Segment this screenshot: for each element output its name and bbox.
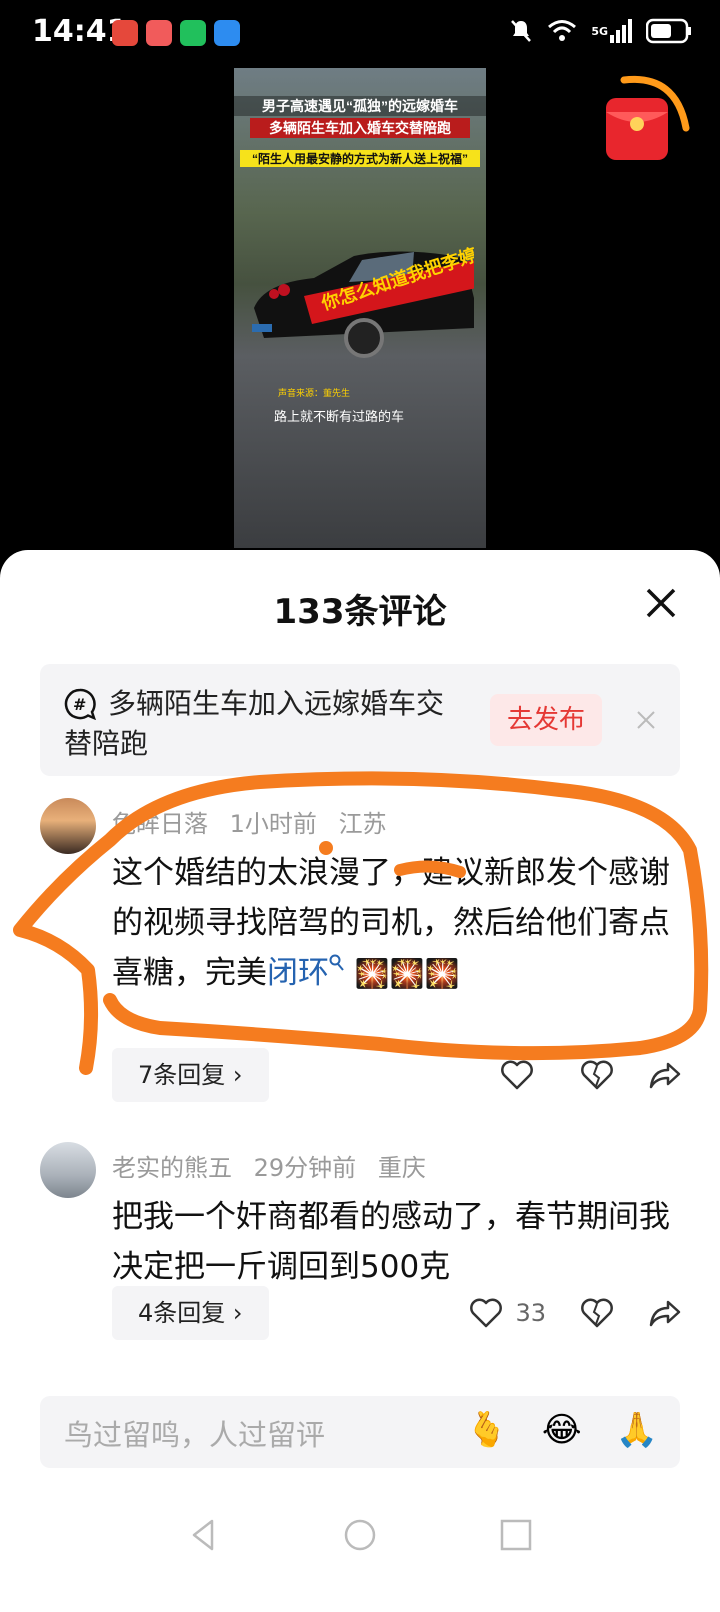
- video-caption-1: 男子高速遇见“孤独”的远嫁婚车: [234, 96, 486, 116]
- comment-meta: 老实的熊五 29分钟前 重庆: [112, 1148, 440, 1183]
- comment-location: 江苏: [338, 810, 387, 838]
- comment-input-bar[interactable]: 鸟过留鸣，人过留评 🫰 😂 🙏: [40, 1396, 680, 1468]
- notification-icons: [112, 20, 240, 46]
- missed-call-icon: [112, 20, 138, 46]
- back-icon[interactable]: [186, 1517, 222, 1553]
- share-button[interactable]: [648, 1296, 682, 1330]
- battery-icon: [646, 18, 692, 44]
- comment-actions: 33: [435, 1296, 682, 1330]
- comment-meta: 兔眸日落 1小时前 江苏: [112, 804, 401, 839]
- comment-text[interactable]: 把我一个奸商都看的感动了，春节期间我决定把一斤调回到500克: [112, 1192, 672, 1292]
- dislike-button[interactable]: [580, 1058, 614, 1092]
- publish-button[interactable]: 去发布: [490, 694, 602, 746]
- wedding-car-image: 你怎么知道我把李婷: [252, 244, 474, 358]
- avatar[interactable]: [40, 1142, 96, 1198]
- broken-heart-icon: [581, 1298, 613, 1328]
- praying-hands-emoji-button[interactable]: 🙏: [616, 1410, 658, 1450]
- search-link[interactable]: 闭环: [267, 955, 329, 991]
- finger-heart-emoji-button[interactable]: 🫰: [466, 1410, 508, 1450]
- wechat-icon: [180, 20, 206, 46]
- comments-title: 133条评论: [273, 592, 447, 632]
- like-button[interactable]: 33: [469, 1296, 546, 1330]
- broken-heart-icon: [581, 1060, 613, 1090]
- video-caption-2: 多辆陌生车加入婚车交替陪跑: [250, 118, 470, 138]
- view-replies-button[interactable]: 4条回复 ›: [112, 1286, 269, 1340]
- topic-text: 多辆陌生车加入远嫁婚车交替陪跑: [64, 687, 445, 760]
- heart-icon: [470, 1298, 503, 1328]
- close-icon[interactable]: [644, 586, 678, 620]
- quick-emoji-bar: 🫰 😂 🙏: [466, 1410, 658, 1450]
- video-player[interactable]: 男子高速遇见“孤独”的远嫁婚车 多辆陌生车加入婚车交替陪跑 “陌生人用最安静的方…: [234, 68, 486, 548]
- weather-app-icon: [214, 20, 240, 46]
- red-packet-icon[interactable]: [606, 72, 690, 168]
- comment-time: 1小时前: [229, 810, 317, 838]
- dislike-button[interactable]: [580, 1296, 614, 1330]
- laughing-emoji-button[interactable]: 😂: [542, 1410, 582, 1450]
- audio-source-label: 声音来源：董先生: [278, 389, 351, 399]
- comment-username[interactable]: 兔眸日落: [112, 810, 208, 838]
- comment-text[interactable]: 这个婚结的太浪漫了，建议新郎发个感谢的视频寻找陪驾的司机，然后给他们寄点喜糖，完…: [112, 848, 672, 999]
- system-navigation-bar: [0, 1505, 720, 1565]
- view-replies-button[interactable]: 7条回复 ›: [112, 1048, 269, 1102]
- wifi-icon: [547, 18, 577, 44]
- recents-icon[interactable]: [498, 1517, 534, 1553]
- home-icon[interactable]: [342, 1517, 378, 1553]
- like-count: 33: [515, 1299, 546, 1327]
- comment-username[interactable]: 老实的熊五: [112, 1154, 232, 1182]
- video-caption-3: “陌生人用最安静的方式为新人送上祝福”: [240, 150, 480, 167]
- comment-location: 重庆: [377, 1154, 426, 1182]
- network-type: 5G: [591, 24, 608, 38]
- heart-icon: [501, 1060, 533, 1090]
- share-icon: [649, 1062, 681, 1089]
- system-status: 5G: [509, 18, 692, 44]
- video-subtitle: 路上就不断有过路的车: [274, 410, 405, 425]
- comment-time: 29分钟前: [253, 1154, 357, 1182]
- comment-actions: [466, 1058, 682, 1092]
- dismiss-topic-icon[interactable]: [634, 708, 658, 732]
- avatar[interactable]: [40, 798, 96, 854]
- topic-banner[interactable]: # 多辆陌生车加入远嫁婚车交替陪跑 去发布: [40, 664, 680, 776]
- calendar-app-icon: [146, 20, 172, 46]
- signal-icon: 5G: [591, 18, 632, 44]
- share-button[interactable]: [648, 1058, 682, 1092]
- search-icon[interactable]: [329, 954, 345, 972]
- comment-input-placeholder: 鸟过留鸣，人过留评: [64, 1418, 326, 1452]
- like-button[interactable]: [500, 1058, 546, 1092]
- share-icon: [649, 1300, 681, 1327]
- status-bar: 14:41 5G: [0, 0, 720, 70]
- firework-emojis: 🎇🎇🎇: [354, 957, 460, 990]
- mute-icon: [509, 18, 533, 44]
